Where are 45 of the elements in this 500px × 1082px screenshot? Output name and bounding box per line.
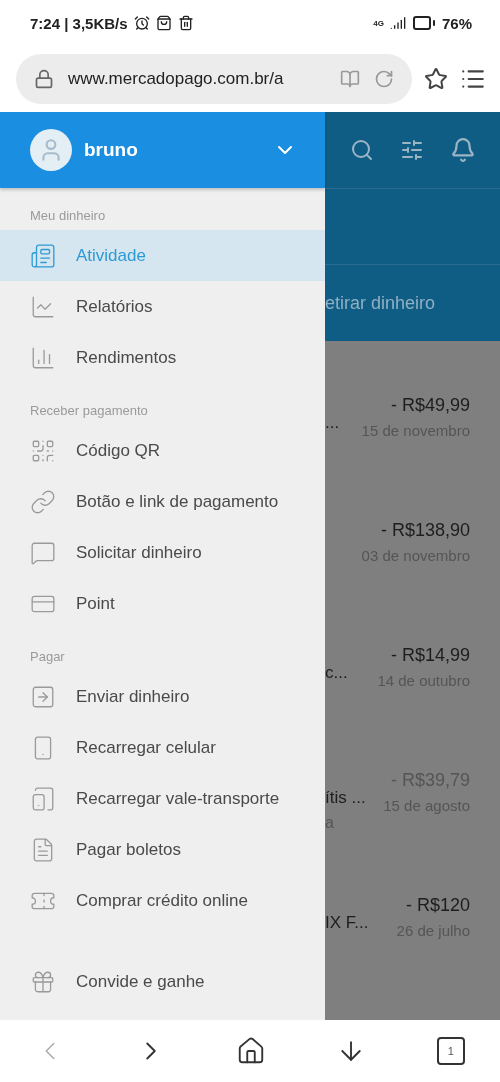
drawer-header[interactable]: bruno [0,112,325,188]
filter-icon[interactable] [400,138,424,162]
menu-item[interactable]: Pagar boletos [0,824,325,875]
transaction-title: ... [325,413,340,433]
list-icon [30,242,56,269]
signal-icon [389,15,406,31]
transaction-amount: - R$14,99 [390,645,470,666]
menu-item[interactable]: Código QR [0,425,325,476]
link-icon [30,488,56,515]
address-bar[interactable]: www.mercadopago.com.br/a [16,54,412,104]
battery-level: 76% [441,14,472,32]
tabs-button[interactable]: 1 [436,1037,465,1065]
device-icon [30,785,56,812]
bell-icon[interactable] [450,137,476,163]
menu-item[interactable]: Solicitar dinheiro [0,527,325,578]
alarm-icon [133,15,150,31]
star-icon[interactable] [424,67,448,91]
transaction-amount: - R$120 [405,895,470,916]
transaction-amount: - R$138,90 [380,520,470,541]
search-icon[interactable] [350,138,374,162]
transaction-title: IX F... [325,913,369,933]
section-title: Meu dinheiro [29,207,107,225]
reader-icon[interactable] [340,69,360,89]
menu-item[interactable]: Rendimentos [0,332,325,383]
status-time: 7:24 | 3,5KB/s [30,14,128,32]
menu-item[interactable]: Comprar crédito online [0,875,325,926]
menu-item[interactable]: Recarregar celular [0,722,325,773]
menu-item[interactable]: Enviar dinheiro [0,671,325,722]
section-title: Pagar [29,648,66,666]
avatar-icon [30,129,72,171]
menu-item[interactable]: Botão e link de pagamento [0,476,325,527]
lock-icon [34,69,54,89]
network-type: 4G [373,18,384,28]
user-name: bruno [84,139,138,161]
menu-item[interactable]: Recarregar vale-transporte [0,773,325,824]
menu-item[interactable]: Relatórios [0,281,325,332]
trash-icon [177,15,194,31]
menu-item[interactable]: Point [0,578,325,629]
transaction-title: ítis ... [325,788,366,808]
reload-icon[interactable] [374,69,394,89]
transaction-amount: - R$49,99 [390,395,470,416]
transaction-title: c... [325,663,348,683]
menu-item[interactable]: Convide e ganhe [0,956,325,1007]
url-text: www.mercadopago.com.br/a [68,69,285,89]
section-title: Receber pagamento [29,402,149,420]
